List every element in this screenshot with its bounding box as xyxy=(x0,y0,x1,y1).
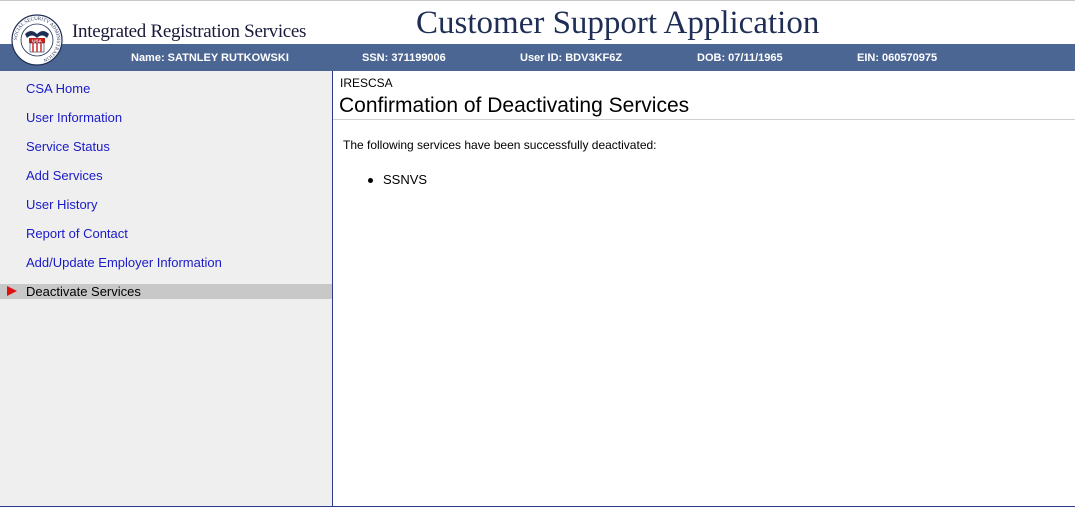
page-title: Confirmation of Deactivating Services xyxy=(339,94,690,117)
footer-rule xyxy=(0,506,1075,507)
breadcrumb: IRESCSA xyxy=(340,76,393,90)
deactivated-services-list: SSNVS xyxy=(343,172,427,187)
sidebar-item-csa-home[interactable]: CSA Home xyxy=(26,81,90,96)
app-title: Customer Support Application xyxy=(416,5,820,41)
sidebar-item-add-services[interactable]: Add Services xyxy=(26,168,103,183)
service-name: SSNVS xyxy=(383,172,428,187)
sidebar-item-add-update-employer[interactable]: Add/Update Employer Information xyxy=(26,255,222,270)
ssa-seal-logo: SOCIAL SECURITY ADMINISTRATION USA xyxy=(11,14,63,66)
sidebar-item-user-information[interactable]: User Information xyxy=(26,110,122,125)
active-arrow-icon xyxy=(7,286,17,296)
sidebar-item-report-of-contact[interactable]: Report of Contact xyxy=(26,226,128,241)
user-ein: EIN: 060570975 xyxy=(857,52,938,64)
seal-center-text: USA xyxy=(32,38,42,43)
sidebar-item-deactivate-services[interactable]: Deactivate Services xyxy=(0,284,332,299)
user-id: User ID: BDV3KF6Z xyxy=(520,52,623,64)
main-content: IRESCSA Confirmation of Deactivating Ser… xyxy=(333,71,1075,506)
bullet-icon xyxy=(368,178,373,183)
sidebar-item-user-history[interactable]: User History xyxy=(26,197,98,212)
user-dob: DOB: 07/11/1965 xyxy=(697,52,783,64)
title-divider xyxy=(333,119,1075,120)
org-title: Integrated Registration Services xyxy=(72,21,307,42)
list-item: SSNVS xyxy=(343,172,427,187)
page-header: Integrated Registration Services Custome… xyxy=(0,0,1075,44)
sidebar-item-label: Deactivate Services xyxy=(26,284,141,299)
user-info-bar: Name: SATNLEY RUTKOWSKI SSN: 371199006 U… xyxy=(0,44,1075,71)
user-ssn: SSN: 371199006 xyxy=(362,52,446,64)
user-name: Name: SATNLEY RUTKOWSKI xyxy=(131,52,289,64)
confirmation-message: The following services have been success… xyxy=(343,138,657,152)
sidebar-item-service-status[interactable]: Service Status xyxy=(26,139,110,154)
